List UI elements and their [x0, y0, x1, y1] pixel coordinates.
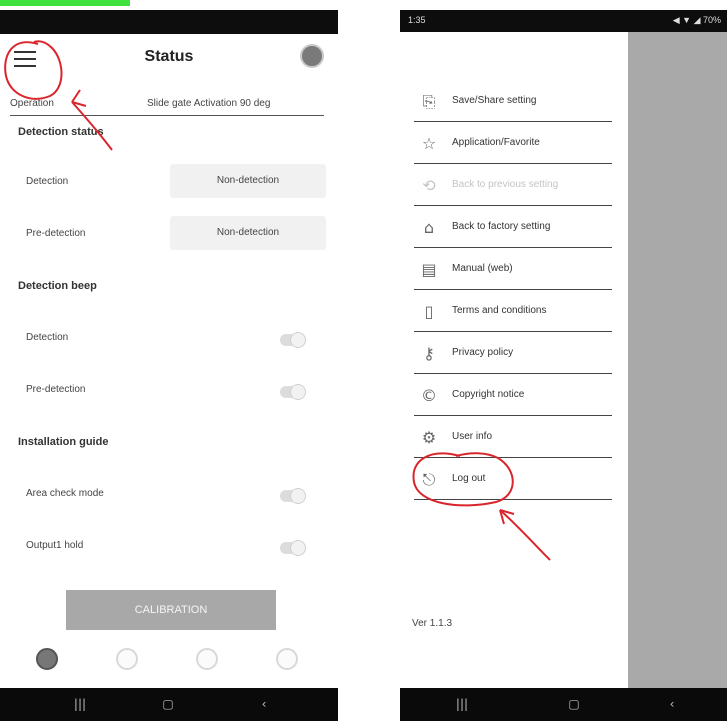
green-highlight [0, 0, 130, 6]
menu-save-share[interactable]: ⎘ Save/Share setting [414, 82, 612, 122]
phone-drawer-screen: 1:35 ◀ ▼ ◢ 70% ⎘ Save/Share setting ☆ Ap… [400, 10, 727, 721]
menu-label: Copyright notice [452, 389, 525, 400]
app-logo-icon[interactable] [300, 44, 324, 68]
home-icon[interactable]: ▢ [564, 694, 584, 714]
menu-label: Application/Favorite [452, 137, 540, 148]
screenshot-root: Status Operation Slide gate Activation 9… [0, 0, 727, 721]
menu-application-favorite[interactable]: ☆ Application/Favorite [414, 124, 612, 164]
menu-label: Back to previous setting [452, 179, 559, 190]
detection-value: Non-detection [170, 164, 326, 198]
beep-detection-toggle[interactable] [280, 332, 306, 348]
operation-row: Operation Slide gate Activation 90 deg [10, 94, 324, 116]
bottom-nav [0, 636, 338, 682]
save-share-icon: ⎘ [422, 92, 436, 111]
copyright-icon: © [421, 386, 437, 405]
logout-icon: ⎋ [422, 470, 436, 489]
calibration-button[interactable]: CALIBRATION [66, 590, 276, 630]
section-detection-beep: Detection beep [18, 280, 97, 292]
phone-status-screen: Status Operation Slide gate Activation 9… [0, 10, 338, 721]
menu-label: Log out [452, 473, 486, 484]
menu-label: Save/Share setting [452, 95, 537, 106]
menu-user-info[interactable]: ⚙ User info [414, 418, 612, 458]
area-check-mode-label: Area check mode [26, 488, 104, 499]
undo-icon: ⟲ [422, 176, 436, 195]
menu-label: Terms and conditions [452, 305, 547, 316]
account-icon[interactable] [276, 648, 298, 670]
caption-strip [0, 0, 727, 10]
detection-label: Detection [26, 176, 69, 187]
pre-detection-label: Pre-detection [26, 228, 86, 239]
star-icon: ☆ [421, 134, 437, 153]
recent-apps-icon[interactable]: ||| [452, 694, 472, 714]
status-indicators: ◀ ▼ ◢ 70% [672, 15, 721, 25]
terms-icon: ▯ [424, 302, 434, 321]
navigation-drawer: ⎘ Save/Share setting ☆ Application/Favor… [400, 32, 628, 688]
menu-label: Privacy policy [452, 347, 514, 358]
section-installation-guide: Installation guide [18, 436, 109, 448]
menu-label: Manual (web) [452, 263, 513, 274]
menu-back-factory[interactable]: ⌂ Back to factory setting [414, 208, 612, 248]
pre-detection-value: Non-detection [170, 216, 326, 250]
settings-icon[interactable] [116, 648, 138, 670]
menu-log-out[interactable]: ⎋ Log out [414, 460, 612, 500]
page-title: Status [144, 48, 194, 65]
app-header: Status Operation Slide gate Activation 9… [0, 34, 338, 116]
status-bar [0, 10, 338, 34]
menu-label: Back to factory setting [452, 221, 551, 232]
beep-pre-detection-toggle[interactable] [280, 384, 306, 400]
menu-privacy[interactable]: ⚷ Privacy policy [414, 334, 612, 374]
back-icon[interactable]: ‹ [662, 694, 682, 714]
status-bar: 1:35 ◀ ▼ ◢ 70% [400, 10, 727, 32]
menu-label: User info [452, 431, 493, 442]
section-detection-status: Detection status [18, 126, 104, 138]
beep-pre-detection-label: Pre-detection [26, 384, 86, 395]
menu-copyright[interactable]: © Copyright notice [414, 376, 612, 416]
beep-detection-label: Detection [26, 332, 69, 343]
recent-apps-icon[interactable]: ||| [70, 694, 90, 714]
gear-icon: ⚙ [421, 428, 437, 447]
system-nav-bar: ||| ▢ ‹ [400, 688, 727, 721]
menu-terms[interactable]: ▯ Terms and conditions [414, 292, 612, 332]
app-version: Ver 1.1.3 [412, 618, 453, 629]
history-icon[interactable] [196, 648, 218, 670]
status-icon[interactable] [36, 648, 58, 670]
operation-label: Operation [10, 98, 54, 109]
area-check-mode-toggle[interactable] [280, 488, 306, 504]
system-nav-bar: ||| ▢ ‹ [0, 688, 338, 721]
home-icon[interactable]: ▢ [158, 694, 178, 714]
operation-value: Slide gate Activation 90 deg [147, 98, 271, 109]
manual-icon: ▤ [421, 260, 437, 279]
drawer-scrim[interactable] [628, 32, 727, 688]
menu-manual-web[interactable]: ▤ Manual (web) [414, 250, 612, 290]
menu-back-previous[interactable]: ⟲ Back to previous setting [414, 166, 612, 206]
back-icon[interactable]: ‹ [254, 694, 274, 714]
factory-icon: ⌂ [423, 218, 435, 237]
key-icon: ⚷ [423, 344, 435, 363]
output1-hold-label: Output1 hold [26, 540, 84, 551]
status-time: 1:35 [408, 15, 426, 25]
output1-hold-toggle[interactable] [280, 540, 306, 556]
